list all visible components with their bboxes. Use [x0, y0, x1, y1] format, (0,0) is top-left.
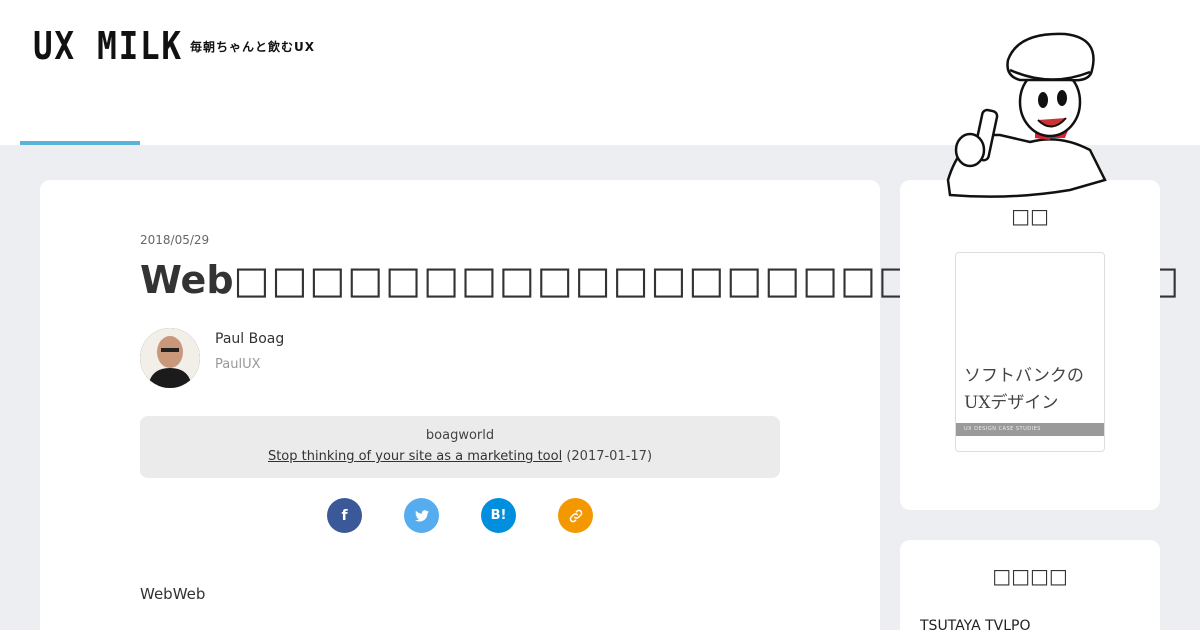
- article-card: 2018/05/29 Web□□□□□□□□□□□□□□□□□□□□□□□□□ …: [40, 180, 1179, 630]
- author-name[interactable]: Paul Boag: [215, 331, 284, 347]
- hatena-bookmark-button[interactable]: B!: [481, 498, 516, 533]
- author-subtitle: PaulUX: [215, 357, 261, 372]
- sidebar-book-heading: □□: [1011, 204, 1049, 228]
- author-avatar[interactable]: [140, 328, 200, 388]
- facebook-icon: f: [341, 507, 348, 524]
- source-line: Stop thinking of your site as a marketin…: [140, 449, 780, 464]
- site-logo[interactable]: UX MILK: [33, 24, 183, 68]
- source-site-name: boagworld: [425, 428, 495, 443]
- facebook-share-button[interactable]: f: [327, 498, 362, 533]
- copy-link-button[interactable]: [558, 498, 593, 533]
- nav-active-indicator: [20, 141, 140, 145]
- article-date: 2018/05/29: [140, 233, 210, 247]
- site-tagline: 毎朝ちゃんと飲むUX: [190, 40, 315, 54]
- sidebar-ranking-card: □□□□ TSUTAYA TVLPO: [900, 540, 1160, 630]
- book-title: ソフトバンクの UXデザイン: [964, 366, 1084, 413]
- article-body-text: WebWeb: [140, 585, 206, 603]
- source-link[interactable]: Stop thinking of your site as a marketin…: [268, 449, 562, 464]
- link-icon: [569, 509, 582, 522]
- twitter-icon: [414, 509, 429, 522]
- book-cover[interactable]: ソフトバンクの UXデザイン UX DESIGN CASE STUDIES: [955, 252, 1105, 452]
- hatena-icon: B!: [490, 508, 507, 523]
- ranking-item[interactable]: TSUTAYA TVLPO: [920, 618, 1031, 630]
- milkman-mascot-illustration: [946, 32, 1107, 198]
- source-date: (2017-01-17): [566, 449, 653, 464]
- twitter-share-button[interactable]: [404, 498, 439, 533]
- book-band-text: UX DESIGN CASE STUDIES: [956, 423, 1104, 436]
- sidebar-book-card: □□ ソフトバンクの UXデザイン UX DESIGN CASE STUDIES: [900, 180, 1160, 510]
- sidebar-ranking-heading: □□□□: [992, 564, 1068, 588]
- source-box: boagworld Stop thinking of your site as …: [140, 416, 780, 478]
